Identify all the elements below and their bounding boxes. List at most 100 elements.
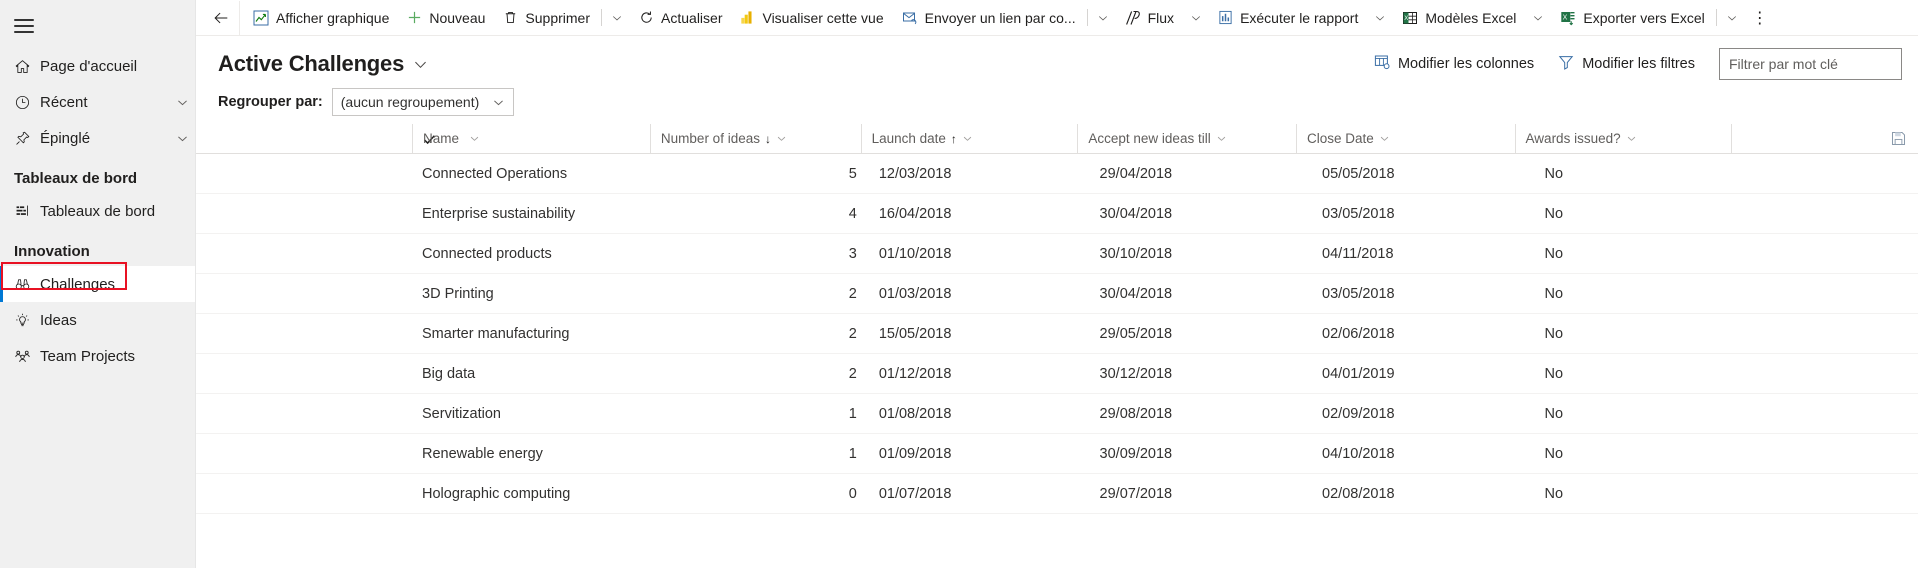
table-row[interactable]: Big data 2 01/12/2018 30/12/2018 04/01/2019 N… xyxy=(196,354,1918,394)
cell-awards: No xyxy=(1544,325,1564,342)
cell-ideas: 2 xyxy=(848,365,857,382)
command-label: Exporter vers Excel xyxy=(1583,9,1705,26)
cell-name: Renewable energy xyxy=(422,445,543,462)
cell-awards: No xyxy=(1544,165,1564,182)
cell-name: Connected products xyxy=(422,245,552,262)
command-supprimer-caret[interactable] xyxy=(604,1,630,35)
command-modeles-excel[interactable]: X Modèles Excel xyxy=(1393,1,1525,35)
edit-columns-button[interactable]: Modifier les colonnes xyxy=(1364,49,1544,79)
table-row[interactable]: 3D Printing 2 01/03/2018 30/04/2018 03/05/20… xyxy=(196,274,1918,314)
cell-close: 04/11/2018 xyxy=(1322,245,1394,262)
chevron-down-icon[interactable] xyxy=(962,133,973,144)
chevron-down-icon[interactable] xyxy=(1626,133,1637,144)
command-nouveau[interactable]: Nouveau xyxy=(398,1,494,35)
command-label: Envoyer un lien par co... xyxy=(924,9,1076,26)
column-header-blank xyxy=(1731,124,1891,154)
column-header-accept-new-ideas-till[interactable]: Accept new ideas till xyxy=(1077,124,1296,154)
sidebar-item-challenges[interactable]: Challenges xyxy=(0,266,195,302)
binoculars-icon xyxy=(14,276,40,293)
column-header-label: Awards issued? xyxy=(1525,131,1621,146)
main-content: Afficher graphique Nouveau Supprimer Act… xyxy=(196,0,1918,568)
command-visualiser-cette-vue[interactable]: Visualiser cette vue xyxy=(731,1,892,35)
cell-awards: No xyxy=(1544,485,1564,502)
sidebar-item-team-projects[interactable]: Team Projects xyxy=(0,338,195,374)
cell-name: 3D Printing xyxy=(422,285,494,302)
grid-header-row: Name Number of ideas ↓ Launch date ↑ Acc… xyxy=(196,124,1918,154)
command-actualiser[interactable]: Actualiser xyxy=(630,1,731,35)
column-header-name[interactable]: Name xyxy=(412,124,650,154)
chevron-down-icon[interactable] xyxy=(1216,133,1227,144)
table-row[interactable]: Holographic computing 0 01/07/2018 29/07/20… xyxy=(196,474,1918,514)
cell-awards: No xyxy=(1544,365,1564,382)
sidebar-item-dashboards[interactable]: Tableaux de bord xyxy=(0,193,195,229)
save-icon[interactable] xyxy=(1891,131,1906,146)
command-label: Actualiser xyxy=(661,9,723,26)
page-title: Active Challenges xyxy=(218,51,405,76)
cell-name: Holographic computing xyxy=(422,485,571,502)
command-label: Afficher graphique xyxy=(276,9,390,26)
cell-name: Servitization xyxy=(422,405,501,422)
sidebar-item-label: Team Projects xyxy=(40,347,136,365)
table-row[interactable]: Connected Operations 5 12/03/2018 29/04/201… xyxy=(196,154,1918,194)
command-supprimer[interactable]: Supprimer xyxy=(494,1,599,35)
command-executer-le-rapport[interactable]: Exécuter le rapport xyxy=(1209,1,1367,35)
group-by-row: Regrouper par: (aucun regroupement) xyxy=(196,80,1918,124)
sidebar-item-ideas[interactable]: Ideas xyxy=(0,302,195,338)
column-header-label: Name xyxy=(423,131,460,146)
cell-close: 03/05/2018 xyxy=(1322,205,1395,222)
sidebar-item-label: Récent xyxy=(40,93,88,111)
group-by-select[interactable]: (aucun regroupement) xyxy=(331,88,514,116)
column-header-launch-date[interactable]: Launch date ↑ xyxy=(860,124,1078,154)
chevron-down-icon[interactable] xyxy=(169,96,195,109)
page-header: Active Challenges Modifier les colonnes … xyxy=(196,36,1918,80)
command-label: Flux xyxy=(1147,9,1175,26)
chevron-down-icon[interactable] xyxy=(169,132,195,145)
cell-close: 04/10/2018 xyxy=(1322,445,1395,462)
cell-accept: 29/08/2018 xyxy=(1099,405,1173,422)
search-input[interactable] xyxy=(1719,48,1902,80)
cell-name: Connected Operations xyxy=(422,165,568,182)
pin-icon xyxy=(14,130,40,147)
command-envoyer-lien-caret[interactable] xyxy=(1090,1,1116,35)
column-header-close-date[interactable]: Close Date xyxy=(1295,124,1515,154)
command-envoyer-lien-par-courrier[interactable]: Envoyer un lien par co... xyxy=(893,1,1085,35)
edit-filters-button[interactable]: Modifier les filtres xyxy=(1548,49,1705,79)
cell-ideas: 0 xyxy=(848,485,857,502)
flow-icon xyxy=(1125,10,1141,26)
table-row[interactable]: Servitization 1 01/08/2018 29/08/2018 02/09/… xyxy=(196,394,1918,434)
table-row[interactable]: Renewable energy 1 01/09/2018 30/09/2018 04/… xyxy=(196,434,1918,474)
back-arrow-icon[interactable] xyxy=(202,0,240,35)
column-header-awards-issued[interactable]: Awards issued? xyxy=(1514,124,1732,154)
command-afficher-graphique[interactable]: Afficher graphique xyxy=(244,1,398,35)
sidebar-group-title-dashboards: Tableaux de bord xyxy=(14,170,138,187)
table-row[interactable]: Smarter manufacturing 2 15/05/2018 29/05/20… xyxy=(196,314,1918,354)
chevron-down-icon[interactable] xyxy=(776,133,787,144)
column-header-number-of-ideas[interactable]: Number of ideas ↓ xyxy=(649,124,861,154)
command-modeles-excel-caret[interactable] xyxy=(1525,1,1551,35)
command-exporter-vers-excel[interactable]: X Exporter vers Excel xyxy=(1551,1,1713,35)
command-flux[interactable]: Flux xyxy=(1116,1,1183,35)
command-executer-rapport-caret[interactable] xyxy=(1367,1,1393,35)
cell-ideas: 2 xyxy=(848,325,857,342)
table-row[interactable]: Enterprise sustainability 4 16/04/2018 30/0… xyxy=(196,194,1918,234)
view-selector-chevron-down-icon[interactable] xyxy=(413,57,428,72)
cell-accept: 30/10/2018 xyxy=(1099,245,1173,262)
cell-close: 02/08/2018 xyxy=(1322,485,1395,502)
sidebar-item-home[interactable]: Page d'accueil xyxy=(0,48,195,84)
command-flux-caret[interactable] xyxy=(1183,1,1209,35)
svg-text:X: X xyxy=(1405,16,1409,22)
chart-icon xyxy=(253,10,269,26)
cell-ideas: 2 xyxy=(848,285,857,302)
cell-launch: 01/12/2018 xyxy=(878,365,952,382)
more-commands-icon[interactable]: ⋮ xyxy=(1745,1,1775,35)
chevron-down-icon[interactable] xyxy=(1379,133,1390,144)
sidebar-group-title-innovation: Innovation xyxy=(14,243,90,260)
chevron-down-icon[interactable] xyxy=(469,133,480,144)
hamburger-icon[interactable] xyxy=(0,4,48,48)
sidebar-item-recent[interactable]: Récent xyxy=(0,84,195,120)
table-row[interactable]: Connected products 3 01/10/2018 30/10/2018 0… xyxy=(196,234,1918,274)
group-by-value: (aucun regroupement) xyxy=(340,94,480,110)
sidebar-item-pinned[interactable]: Épinglé xyxy=(0,120,195,156)
grid-body: Connected Operations 5 12/03/2018 29/04/201… xyxy=(196,154,1918,514)
command-exporter-excel-caret[interactable] xyxy=(1719,1,1745,35)
